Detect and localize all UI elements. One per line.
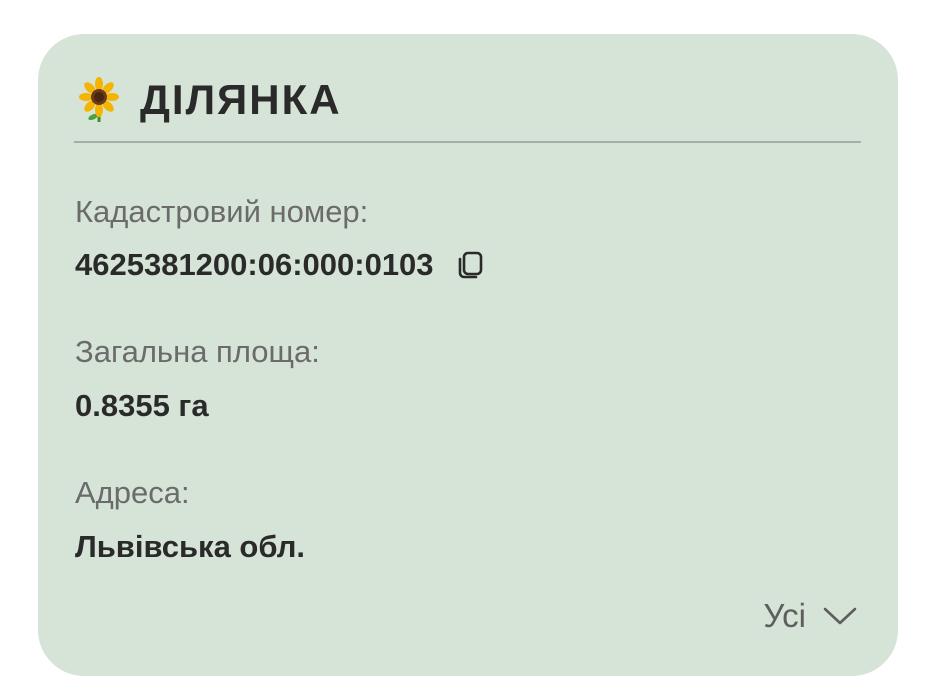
parcel-card: ДІЛЯНКА Кадастровий номер: 4625381200:06… [38, 34, 898, 676]
copy-icon[interactable] [454, 249, 486, 281]
header-divider [74, 141, 861, 143]
cadastral-number-label: Кадастровий номер: [75, 194, 369, 229]
show-all-label: Усі [763, 597, 806, 634]
chevron-down-icon [823, 607, 857, 625]
cadastral-number-row: 4625381200:06:000:0103 [75, 247, 486, 283]
sunflower-icon [79, 77, 119, 122]
total-area-value: 0.8355 га [75, 388, 209, 423]
total-area-label: Загальна площа: [75, 334, 320, 369]
card-title: ДІЛЯНКА [140, 76, 342, 123]
show-all-toggle[interactable]: Усі [763, 597, 858, 635]
card-header: ДІЛЯНКА [76, 74, 342, 126]
cadastral-number-value[interactable]: 4625381200:06:000:0103 [75, 247, 434, 283]
address-value: Львівська обл. [75, 529, 306, 564]
address-label: Адреса: [75, 475, 190, 510]
